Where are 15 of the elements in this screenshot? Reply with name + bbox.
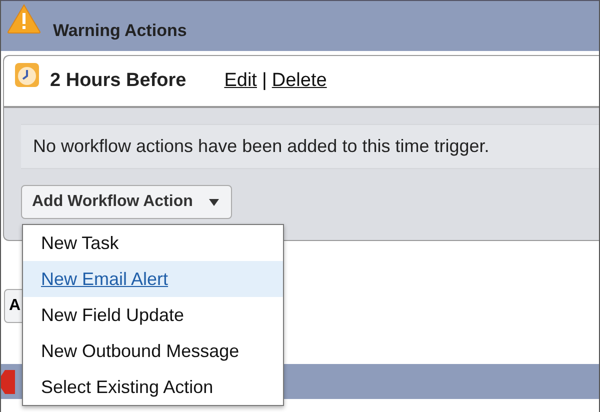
clock-icon: [14, 62, 40, 88]
edit-link[interactable]: Edit: [224, 70, 257, 92]
trigger-title: 2 Hours Before: [50, 70, 186, 92]
section-title: Warning Actions: [53, 21, 187, 41]
link-separator: |: [262, 70, 267, 92]
empty-message: No workflow actions have been added to this time trigger.: [21, 124, 599, 169]
caret-icon: [208, 198, 219, 206]
menu-item[interactable]: New Outbound Message: [23, 333, 283, 369]
menu-item[interactable]: New Task: [23, 225, 283, 261]
add-workflow-action-button[interactable]: Add Workflow Action: [21, 185, 232, 219]
menu-item[interactable]: New Email Alert: [23, 261, 283, 297]
delete-link[interactable]: Delete: [272, 70, 327, 92]
menu-item[interactable]: Select Existing Action: [23, 369, 283, 405]
warning-icon: [7, 4, 41, 34]
stop-icon: [1, 368, 15, 396]
